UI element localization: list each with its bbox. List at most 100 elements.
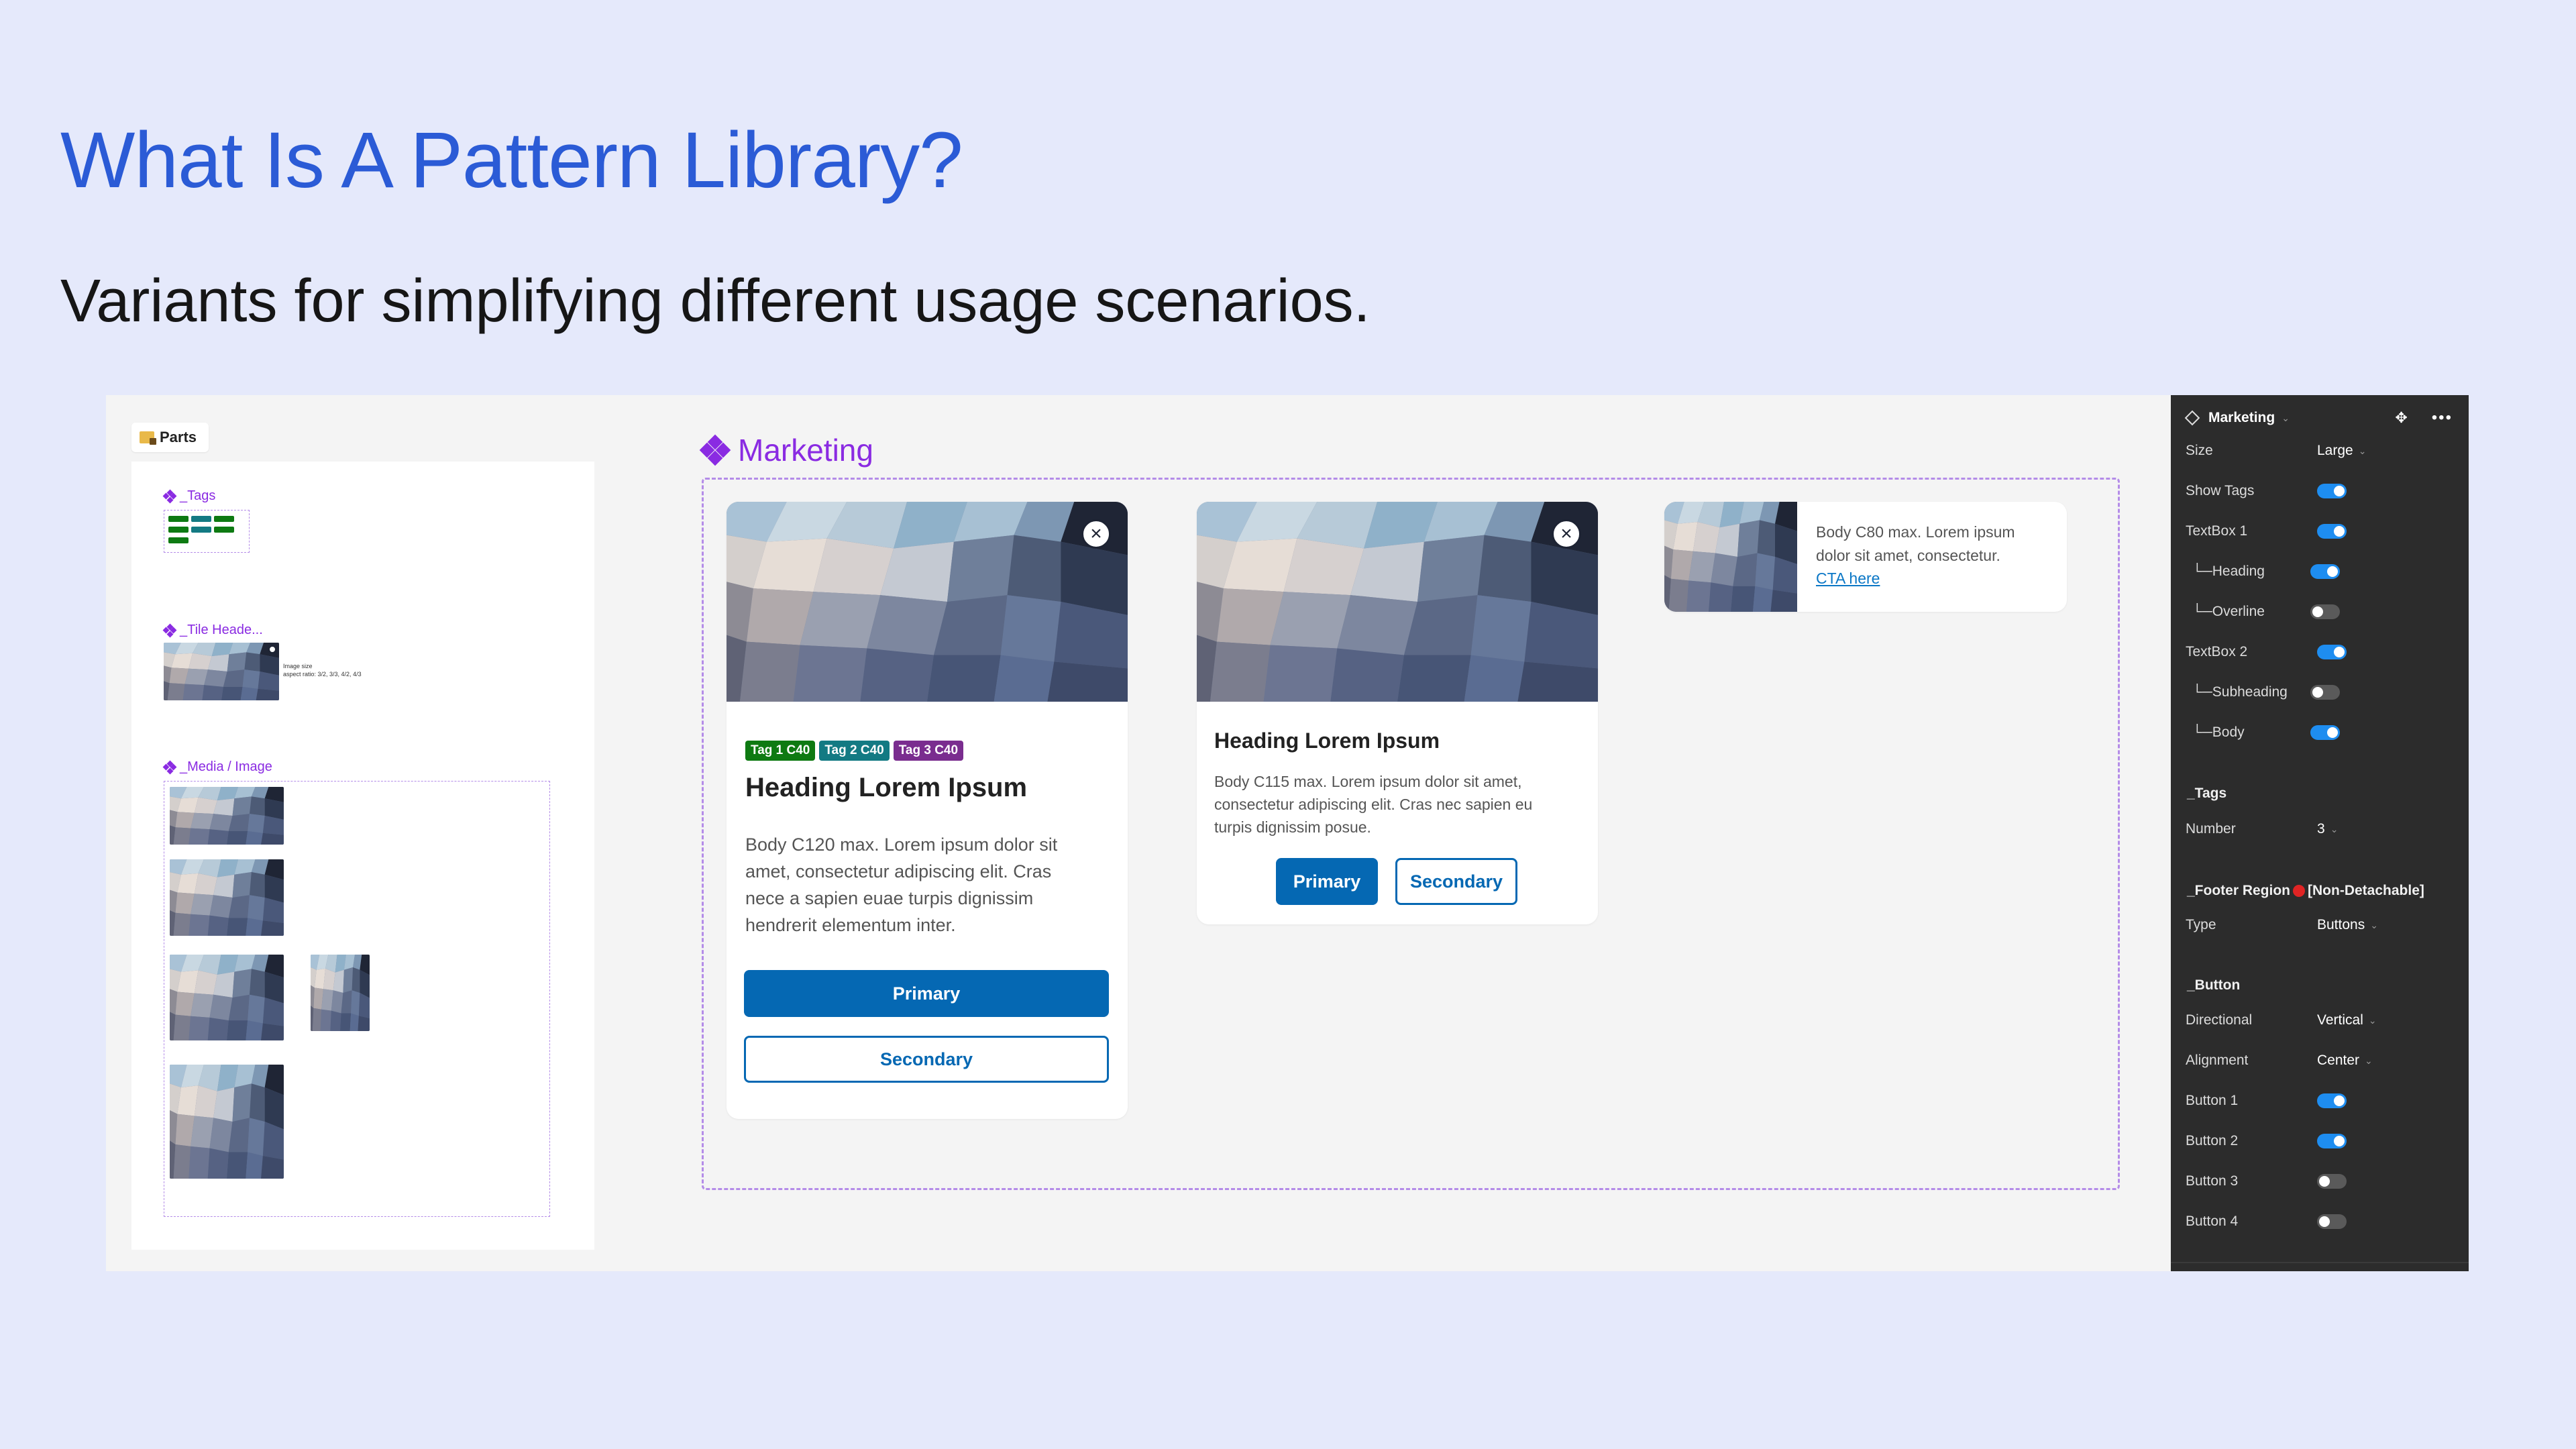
mini-tag [214, 527, 234, 533]
subheading-toggle[interactable] [2310, 685, 2340, 700]
tag-2[interactable]: Tag 2 C40 [819, 741, 890, 761]
tile-header-image[interactable] [164, 643, 279, 700]
chevron-down-icon: ⌄ [2365, 1055, 2373, 1066]
footer-section-title: _Footer Region [Non-Detachable] [2187, 883, 2424, 898]
close-icon[interactable]: × [1081, 519, 1111, 549]
body-row[interactable]: └─Body [2186, 719, 2454, 746]
chevron-down-icon: ⌄ [2330, 823, 2339, 835]
show-tags-toggle[interactable] [2317, 484, 2347, 498]
media-image-portrait[interactable] [311, 955, 370, 1031]
alignment-select[interactable]: Center ⌄ [2317, 1053, 2373, 1069]
component-icon[interactable]: ✥ [2395, 409, 2407, 427]
parts-frame[interactable]: _Tags _Tile Heade... Image size aspect r… [131, 462, 594, 1250]
marketing-card-medium[interactable]: × Heading Lorem Ipsum Body C115 max. Lor… [1197, 502, 1598, 924]
size-select[interactable]: Large ⌄ [2317, 443, 2366, 459]
panel-header: Marketing ⌄ ✥ ••• [2171, 395, 2469, 441]
card-body: Body C115 max. Lorem ipsum dolor sit ame… [1214, 773, 1533, 837]
card-heading: Heading Lorem Ipsum [1214, 729, 1440, 753]
card-image [727, 502, 1128, 702]
primary-button[interactable]: Primary [1276, 858, 1378, 905]
slide-title: What Is A Pattern Library? [60, 116, 963, 205]
marketing-card-small[interactable]: Body C80 max. Lorem ipsum dolor sit amet… [1664, 502, 2067, 612]
chevron-down-icon: ⌄ [2358, 445, 2367, 456]
mini-tag [168, 537, 189, 543]
primary-button[interactable]: Primary [744, 970, 1109, 1017]
parts-frame-label[interactable]: Parts [131, 423, 209, 452]
number-select[interactable]: 3 ⌄ [2317, 821, 2338, 837]
overline-toggle[interactable] [2310, 604, 2340, 619]
component-name[interactable]: Marketing [2208, 410, 2275, 426]
chevron-down-icon: ⌄ [2370, 919, 2378, 930]
tag-3[interactable]: Tag 3 C40 [893, 741, 964, 761]
card-body: Body C120 max. Lorem ipsum dolor sit ame… [745, 835, 1058, 935]
parts-label: Parts [160, 429, 197, 445]
button3-row[interactable]: Button 3 [2186, 1168, 2454, 1195]
show-tags-row[interactable]: Show Tags [2186, 478, 2454, 504]
card-body: Body C80 max. Lorem ipsum dolor sit amet… [1816, 523, 2015, 587]
slide-subtitle: Variants for simplifying different usage… [60, 268, 1371, 335]
tags-component-label[interactable]: _Tags [162, 488, 215, 504]
card-image [1664, 502, 1797, 612]
number-row[interactable]: Number 3 ⌄ [2186, 816, 2454, 843]
cta-link[interactable]: CTA here [1816, 570, 1880, 587]
button-section-title: _Button [2187, 977, 2241, 993]
figma-screenshot: Parts _Tags _Tile Heade... Image size as… [106, 395, 2469, 1271]
body-toggle[interactable] [2310, 725, 2340, 740]
card-heading: Heading Lorem Ipsum [745, 773, 1028, 802]
subheading-row[interactable]: └─Subheading [2186, 679, 2454, 706]
media-image-square[interactable] [170, 1065, 284, 1179]
close-icon [268, 645, 276, 653]
type-row[interactable]: Type Buttons ⌄ [2186, 912, 2454, 938]
textbox2-row[interactable]: TextBox 2 [2186, 639, 2454, 665]
heading-toggle[interactable] [2310, 564, 2340, 579]
media-image-component-label[interactable]: _Media / Image [162, 759, 272, 775]
textbox2-toggle[interactable] [2317, 645, 2347, 659]
component-set-icon [699, 434, 731, 466]
button4-toggle[interactable] [2317, 1214, 2347, 1229]
component-icon [162, 489, 177, 503]
button3-toggle[interactable] [2317, 1174, 2347, 1189]
directional-row[interactable]: Directional Vertical ⌄ [2186, 1007, 2454, 1034]
panel-divider [2171, 1262, 2469, 1271]
tile-header-component-label[interactable]: _Tile Heade... [162, 623, 263, 638]
tile-header-note: Image size aspect ratio: 3/2, 3/3, 4/2, … [283, 663, 362, 678]
button4-row[interactable]: Button 4 [2186, 1208, 2454, 1235]
component-icon [162, 760, 177, 774]
close-icon[interactable]: × [1552, 519, 1581, 549]
button2-toggle[interactable] [2317, 1134, 2347, 1148]
mini-tag [168, 516, 189, 522]
type-select[interactable]: Buttons ⌄ [2317, 917, 2378, 933]
tags-component[interactable] [164, 510, 250, 553]
more-icon[interactable]: ••• [2432, 409, 2453, 427]
design-canvas[interactable]: Parts _Tags _Tile Heade... Image size as… [106, 395, 2171, 1271]
tag-list: Tag 1 C40 Tag 2 C40 Tag 3 C40 [745, 741, 967, 761]
button2-row[interactable]: Button 2 [2186, 1128, 2454, 1155]
directional-select[interactable]: Vertical ⌄ [2317, 1012, 2377, 1028]
card-image [1197, 502, 1598, 702]
heading-row[interactable]: └─Heading [2186, 558, 2454, 585]
button1-row[interactable]: Button 1 [2186, 1087, 2454, 1114]
secondary-button[interactable]: Secondary [1395, 858, 1517, 905]
chevron-down-icon: ⌄ [2368, 1014, 2377, 1026]
secondary-button[interactable]: Secondary [744, 1036, 1109, 1083]
mini-tag [191, 527, 211, 533]
size-row[interactable]: Size Large ⌄ [2186, 437, 2454, 464]
marketing-component-label[interactable]: Marketing [699, 432, 873, 468]
red-dot-icon [2293, 885, 2306, 897]
overline-row[interactable]: └─Overline [2186, 598, 2454, 625]
alignment-row[interactable]: Alignment Center ⌄ [2186, 1047, 2454, 1074]
component-icon [162, 623, 177, 637]
media-image-3x3[interactable] [170, 859, 284, 936]
textbox1-toggle[interactable] [2317, 524, 2347, 539]
marketing-card-large[interactable]: × Tag 1 C40 Tag 2 C40 Tag 3 C40 Heading Lo… [727, 502, 1128, 1119]
tag-1[interactable]: Tag 1 C40 [745, 741, 816, 761]
textbox1-row[interactable]: TextBox 1 [2186, 518, 2454, 545]
mini-tag [168, 527, 189, 533]
media-image-3x2[interactable] [170, 787, 284, 845]
media-image-variants[interactable] [164, 781, 550, 1217]
mini-tag [214, 516, 234, 522]
media-image-4x3[interactable] [170, 955, 284, 1040]
chevron-down-icon[interactable]: ⌄ [2282, 413, 2290, 424]
tags-section-title: _Tags [2187, 786, 2227, 801]
button1-toggle[interactable] [2317, 1093, 2347, 1108]
